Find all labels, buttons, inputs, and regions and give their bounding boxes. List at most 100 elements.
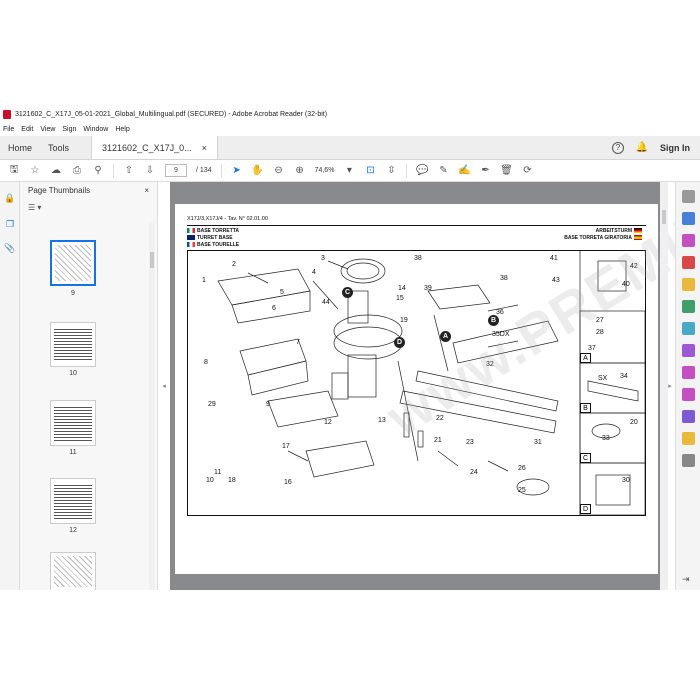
zoom-dropdown-icon[interactable]: ▾ [343, 165, 355, 177]
callout-44: 44 [322, 299, 330, 306]
export-pdf-icon[interactable] [682, 212, 695, 225]
tab-document[interactable]: 3121602_C_X17J_0... × [91, 136, 218, 159]
thumbnail-page-12[interactable] [50, 478, 96, 524]
help-icon[interactable]: ? [612, 141, 624, 154]
tab-close-icon[interactable]: × [202, 143, 207, 153]
callout-7: 7 [296, 339, 300, 346]
save-icon[interactable]: 🖫 [8, 164, 20, 177]
thumbnail-page-11[interactable] [50, 400, 96, 446]
attachment-icon[interactable]: 📎 [4, 242, 16, 254]
thumbnails-scrollbar[interactable] [149, 222, 155, 590]
inset-label-c: C [580, 453, 591, 463]
tab-tools[interactable]: Tools [40, 136, 77, 159]
inset-label-d: D [580, 504, 591, 514]
menu-help[interactable]: Help [115, 126, 129, 133]
previous-page-icon[interactable]: ⇧ [123, 165, 135, 177]
thumbnails-options-icon[interactable]: ☰ ▾ [28, 203, 41, 212]
draw-icon[interactable]: ✍ [458, 165, 470, 177]
compress-pdf-icon[interactable] [682, 322, 695, 335]
acrobat-app-icon [3, 109, 11, 119]
callout-39: 39 [424, 285, 432, 292]
lock-icon[interactable]: 🔒 [4, 192, 16, 204]
send-review-icon[interactable] [682, 432, 695, 445]
label-fr: BASE TOURELLE [197, 242, 240, 248]
zoom-out-icon[interactable]: ⊖ [273, 165, 285, 177]
more-tools-icon[interactable] [682, 454, 695, 467]
collapse-left-panel-icon[interactable]: ◂ [160, 378, 168, 394]
fit-page-icon[interactable]: ⊡ [364, 165, 376, 177]
menu-file[interactable]: File [3, 126, 14, 133]
highlight-pen-icon[interactable]: ✎ [437, 165, 449, 177]
fill-sign-tool-icon[interactable] [682, 344, 695, 357]
scroll-mode-icon[interactable]: ⇳ [385, 165, 397, 177]
zoom-level[interactable]: 74,6% [315, 167, 335, 174]
tab-home[interactable]: Home [0, 136, 40, 159]
callout-34: 34 [620, 373, 628, 380]
cloud-upload-icon[interactable]: ☁ [50, 165, 62, 177]
callout-31: 31 [534, 439, 542, 446]
thumbnail-page-number: 9 [71, 290, 75, 297]
combine-files-icon[interactable] [682, 300, 695, 313]
right-tools-rail: ⇥ [675, 182, 700, 590]
callout-12: 12 [324, 419, 332, 426]
label-en: TURRET BASE [197, 235, 233, 241]
callout-29: 29 [208, 401, 216, 408]
thumbnails-panel: Page Thumbnails × ☰ ▾ 9 10 11 12 [20, 182, 158, 590]
zoom-in-icon[interactable]: ⊕ [294, 165, 306, 177]
callout-sx: SX [598, 375, 608, 382]
callout-37: 37 [588, 345, 596, 352]
page-thumbnails-icon[interactable]: ❐ [4, 218, 16, 230]
menu-window[interactable]: Window [83, 126, 108, 133]
page-total: / 134 [196, 167, 212, 174]
notification-bell-icon[interactable]: 🔔 [636, 142, 648, 154]
callout-2: 2 [232, 261, 236, 268]
comment-tool-icon[interactable] [682, 278, 695, 291]
callout-38b: 38 [500, 275, 508, 282]
uk-flag-icon [187, 235, 195, 241]
thumbnail-page-10[interactable] [50, 322, 96, 367]
next-page-icon[interactable]: ⇩ [144, 165, 156, 177]
callout-32: 32 [486, 361, 494, 368]
callout-3: 3 [321, 255, 325, 262]
expand-panel-icon[interactable]: ⇥ [682, 574, 695, 587]
callout-28: 28 [596, 329, 604, 336]
create-pdf-icon[interactable] [682, 256, 695, 269]
callout-14: 14 [398, 285, 406, 292]
menu-view[interactable]: View [40, 126, 55, 133]
hand-tool-icon[interactable]: ✋ [251, 165, 263, 177]
search-tool-icon[interactable] [682, 190, 695, 203]
callout-18: 18 [228, 477, 236, 484]
callout-24: 24 [470, 469, 478, 476]
request-signature-icon[interactable] [682, 388, 695, 401]
select-cursor-icon[interactable]: ➤ [231, 165, 243, 177]
collapse-right-panel-icon[interactable]: ▸ [666, 378, 674, 394]
fill-sign-icon[interactable]: ✒ [479, 165, 491, 177]
callout-9: 9 [266, 401, 270, 408]
organize-pages-icon[interactable] [682, 234, 695, 247]
thumbnails-close-icon[interactable]: × [144, 186, 149, 195]
callout-5: 5 [280, 289, 284, 296]
rotate-icon[interactable]: ⟳ [521, 165, 533, 177]
callout-22: 22 [436, 415, 444, 422]
spain-flag-icon [634, 235, 642, 241]
callout-21: 21 [434, 437, 442, 444]
page-number-input[interactable]: 9 [165, 164, 187, 177]
detail-marker-a: A [440, 331, 451, 342]
bookmark-star-icon[interactable]: ☆ [29, 165, 41, 177]
acrobat-window: 3121602_C_X17J_05-01-2021_Global_Multili… [0, 21, 700, 590]
callout-26: 26 [518, 465, 526, 472]
menu-edit[interactable]: Edit [21, 126, 33, 133]
callout-10: 10 [206, 477, 214, 484]
edit-pdf-icon[interactable] [682, 366, 695, 379]
france-flag-icon [187, 242, 195, 248]
menu-sign[interactable]: Sign [62, 126, 76, 133]
main-toolbar: 🖫 ☆ ☁ ⎙ ⚲ ⇧ ⇩ 9 / 134 ➤ ✋ ⊖ ⊕ 74,6% ▾ ⊡ … [0, 160, 700, 182]
comment-icon[interactable]: 💬 [416, 165, 428, 177]
protect-icon[interactable] [682, 410, 695, 423]
thumbnail-page-13[interactable] [50, 552, 96, 590]
sign-in-button[interactable]: Sign In [660, 143, 690, 153]
delete-icon[interactable]: 🗑 [500, 165, 513, 177]
print-icon[interactable]: ⎙ [71, 165, 83, 177]
thumbnail-page-9[interactable] [50, 240, 96, 286]
search-icon[interactable]: ⚲ [92, 165, 104, 177]
